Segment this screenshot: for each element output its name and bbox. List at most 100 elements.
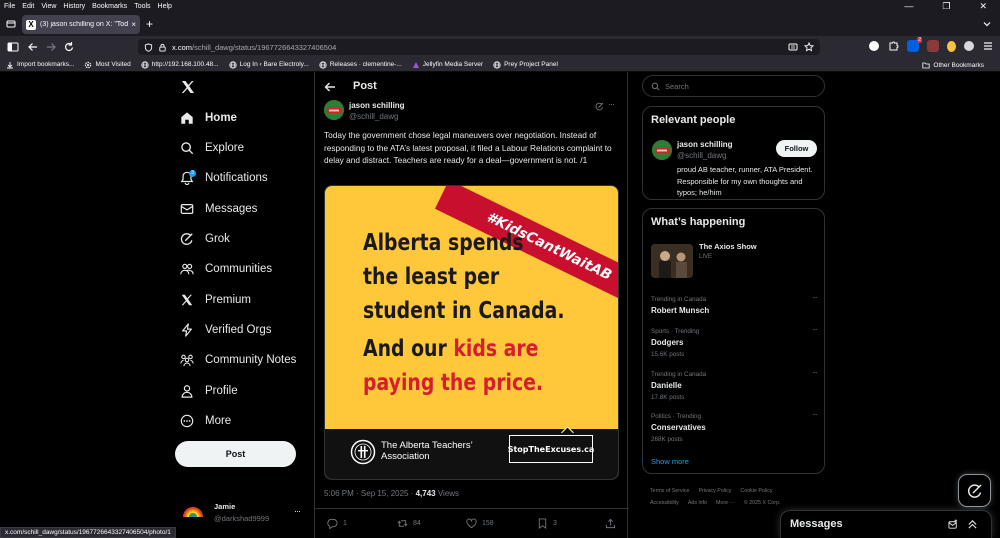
bookmark-label: Prey Project Panel (504, 61, 558, 68)
x-page: Home Explore 3 Notifications Messages Gr… (0, 72, 1000, 538)
footer-link[interactable]: More ··· (716, 500, 735, 506)
bookmark-jellyfin[interactable]: Jellyfin Media Server (412, 61, 483, 69)
tweet-timestamp[interactable]: 5:06 PM · Sep 15, 2025 · (324, 489, 416, 498)
nav-item-explore[interactable]: Explore (180, 138, 244, 158)
forward-arrow-icon[interactable] (45, 41, 57, 53)
bookmark-login[interactable]: Log In ‹ Bare Electroly... (229, 60, 309, 69)
shield-extension-icon[interactable] (927, 40, 939, 52)
tweet-image[interactable]: #KidsCantWaitAB Alberta spends the least… (324, 185, 619, 480)
bookmark-button[interactable]: 3 (537, 518, 557, 529)
footer-link[interactable]: Terms of Service (650, 488, 689, 494)
nav-item-communities[interactable]: Communities (180, 259, 272, 279)
hamburger-menu-icon[interactable] (982, 40, 994, 52)
menu-help[interactable]: Help (158, 3, 172, 10)
extension-badge: 2 (917, 37, 922, 43)
live-show-thumbnail[interactable] (651, 244, 693, 278)
bookmark-star-icon[interactable] (804, 42, 814, 52)
author-handle[interactable]: @schill_dawg (349, 112, 398, 121)
menu-bookmarks[interactable]: Bookmarks (92, 3, 127, 10)
nav-item-verified-orgs[interactable]: Verified Orgs (180, 320, 271, 340)
lock-icon[interactable] (158, 43, 167, 52)
window-close-button[interactable]: ✕ (979, 1, 987, 12)
bookmark-prey[interactable]: Prey Project Panel (493, 60, 558, 69)
author-avatar[interactable] (324, 100, 344, 120)
footer-link[interactable]: Ads info (688, 500, 707, 506)
trend-item[interactable]: Sports · Trending Dodgers 15.6K posts ··… (651, 325, 818, 362)
tab-close-icon[interactable]: × (131, 20, 136, 29)
active-tab[interactable]: X (3) jason schilling on X: "Today t × (22, 15, 140, 34)
grok-explain-icon[interactable] (595, 102, 604, 111)
relevant-name[interactable]: jason schilling (677, 140, 733, 149)
menu-edit[interactable]: Edit (22, 3, 34, 10)
reload-icon[interactable] (63, 41, 75, 53)
live-show-title[interactable]: The Axios Show (699, 242, 757, 251)
back-arrow-icon[interactable] (27, 41, 39, 53)
trend-item[interactable]: Trending in Canada Robert Munsch ··· (651, 293, 818, 330)
minimize-button[interactable]: — (904, 1, 913, 12)
reply-button[interactable]: 1 (327, 518, 347, 529)
nav-item-home[interactable]: Home (180, 108, 237, 128)
bookmark-most-visited[interactable]: Most Visited (84, 61, 131, 69)
account-switcher[interactable]: Jamie @darkshad9999 ··· (180, 500, 306, 524)
menu-view[interactable]: View (41, 3, 56, 10)
chevron-down-icon[interactable] (982, 19, 992, 29)
account-more-icon[interactable]: ··· (294, 506, 301, 516)
bookmark-label: Jellyfin Media Server (422, 61, 484, 68)
nav-item-profile[interactable]: Profile (180, 381, 238, 401)
x-logo-icon[interactable] (180, 79, 196, 95)
relevant-avatar[interactable] (652, 140, 672, 160)
maximize-button[interactable]: ❐ (942, 1, 950, 12)
yellow-extension-icon[interactable] (947, 40, 956, 52)
trend-more-icon[interactable]: ··· (812, 368, 818, 377)
search-input[interactable]: Search (642, 75, 825, 97)
footer-link[interactable]: Cookie Policy (740, 488, 772, 494)
address-bar[interactable]: x.com/schill_dawg/status/196772664332740… (138, 39, 820, 55)
sidebar-toggle-icon[interactable] (7, 41, 19, 53)
grok-floating-button[interactable] (958, 474, 991, 507)
menu-tools[interactable]: Tools (134, 3, 150, 10)
bookmark-import[interactable]: Import bookmarks... (6, 61, 74, 69)
menu-history[interactable]: History (63, 3, 85, 10)
other-bookmarks[interactable]: Other Bookmarks (922, 61, 984, 69)
nav-item-more[interactable]: More (180, 411, 231, 431)
relevant-handle[interactable]: @schill_dawg (677, 151, 726, 160)
nav-item-messages[interactable]: Messages (180, 199, 257, 219)
trend-item[interactable]: Politics · Trending Conservatives 268K p… (651, 410, 818, 447)
author-name[interactable]: jason schilling (349, 101, 405, 110)
tweet-more-icon[interactable]: ··· (608, 99, 615, 109)
trend-more-icon[interactable]: ··· (812, 410, 818, 419)
bookmark-label: Other Bookmarks (933, 61, 984, 69)
extension-1-icon[interactable] (869, 41, 879, 51)
chevrons-up-icon[interactable] (967, 519, 978, 530)
footer-link[interactable]: Privacy Policy (698, 488, 731, 494)
footer-link[interactable]: Accessibility (650, 500, 679, 506)
nav-item-premium[interactable]: Premium (180, 290, 251, 310)
whats-happening-panel: What’s happening The Axios Show LIVE Tre… (642, 208, 825, 474)
nav-item-grok[interactable]: Grok (180, 229, 230, 249)
follow-button[interactable]: Follow (776, 140, 817, 157)
like-button[interactable]: 158 (466, 518, 494, 529)
nav-item-notifications[interactable]: 3 Notifications (180, 168, 268, 188)
puzzle-extension-icon[interactable] (887, 40, 899, 52)
bookmark-local-ip[interactable]: http://192.168.100.48... (141, 60, 219, 69)
trend-item[interactable]: Trending in Canada Danielle 17.8K posts … (651, 368, 818, 405)
shield-icon[interactable] (144, 42, 153, 52)
profile-icon[interactable] (964, 41, 974, 51)
back-arrow-icon[interactable] (324, 81, 336, 93)
trend-more-icon[interactable]: ··· (812, 293, 818, 302)
bookmark-releases[interactable]: Releases · clementine-... (319, 60, 402, 69)
messages-drawer[interactable]: Messages (780, 510, 992, 538)
share-button[interactable] (605, 518, 621, 529)
download-extension-icon[interactable]: 2 (907, 37, 922, 52)
trend-more-icon[interactable]: ··· (812, 325, 818, 334)
reader-view-icon[interactable] (788, 42, 798, 52)
tab-list-icon[interactable] (6, 19, 16, 29)
menu-file[interactable]: File (4, 3, 15, 10)
tab-bar: X (3) jason schilling on X: "Today t × + (0, 12, 1000, 36)
new-tab-button[interactable]: + (146, 17, 153, 31)
repost-button[interactable]: 84 (397, 518, 421, 529)
post-button[interactable]: Post (175, 441, 296, 467)
nav-item-community-notes[interactable]: Community Notes (180, 350, 296, 370)
new-message-icon[interactable] (948, 519, 959, 530)
show-more-link[interactable]: Show more (651, 457, 689, 466)
